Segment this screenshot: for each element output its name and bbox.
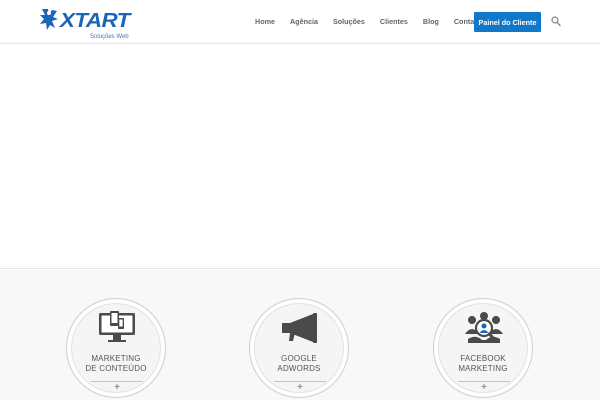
service-google-adwords[interactable]: GOOGLE ADWORDS + (249, 298, 349, 398)
expand-plus-icon[interactable]: + (91, 381, 143, 393)
megaphone-icon (282, 313, 317, 343)
logo-subtitle: Soluções Web (90, 34, 129, 40)
nav-item-blog[interactable]: Blog (423, 0, 439, 44)
service-label-line1: GOOGLE (281, 354, 317, 363)
service-label: FACEBOOK MARKETING (434, 354, 532, 374)
service-label-line1: MARKETING (91, 354, 141, 363)
search-icon[interactable] (551, 16, 561, 27)
expand-plus-icon[interactable]: + (274, 381, 326, 393)
service-label: GOOGLE ADWORDS (250, 354, 348, 374)
services-section: MARKETING DE CONTEÚDO + GOOGLE ADWORDS + (0, 270, 600, 400)
logo-wordmark: XTART (60, 10, 130, 32)
service-label-line2: MARKETING (458, 364, 508, 373)
expand-plus-icon[interactable]: + (458, 381, 510, 393)
service-facebook-marketing[interactable]: FACEBOOK MARKETING + (433, 298, 533, 398)
service-label-line1: FACEBOOK (460, 354, 506, 363)
site-header: XTART Soluções Web Home Agência Soluções… (0, 0, 600, 44)
service-label-line2: DE CONTEÚDO (85, 364, 147, 373)
hero-banner-area (0, 45, 600, 269)
main-nav: Home Agência Soluções Clientes Blog Cont… (249, 0, 496, 44)
devices-icon (99, 311, 135, 342)
nav-item-home[interactable]: Home (255, 0, 275, 44)
audience-search-icon (465, 312, 503, 343)
service-label: MARKETING DE CONTEÚDO (67, 354, 165, 374)
site-logo[interactable]: XTART Soluções Web (39, 7, 135, 41)
client-panel-button[interactable]: Painel do Cliente (474, 12, 541, 32)
nav-item-agencia[interactable]: Agência (290, 0, 318, 44)
service-label-line2: ADWORDS (277, 364, 321, 373)
logo-mark-icon (40, 9, 58, 30)
service-content-marketing[interactable]: MARKETING DE CONTEÚDO + (66, 298, 166, 398)
nav-item-solucoes[interactable]: Soluções (333, 0, 365, 44)
nav-item-clientes[interactable]: Clientes (380, 0, 408, 44)
